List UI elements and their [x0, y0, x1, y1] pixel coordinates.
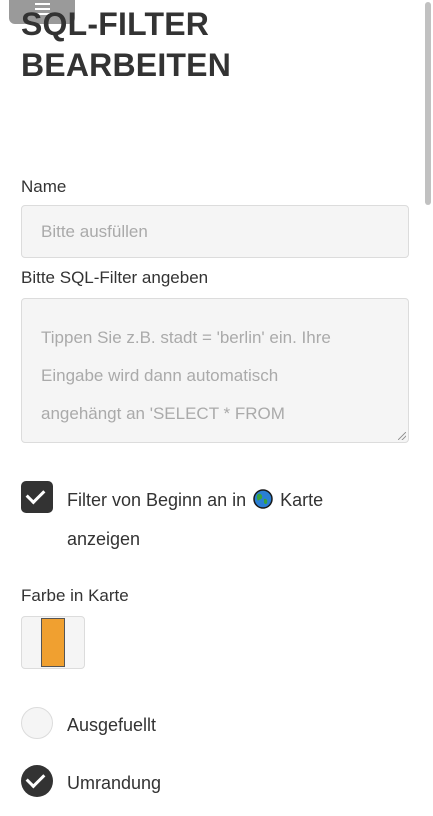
show-on-start-text-line-2: anzeigen [67, 529, 141, 549]
page-scrollbar[interactable] [423, 0, 433, 816]
sql-filter-edit-page: SQL-FILTER BEARBEITEN Name Bitte ausfüll… [0, 0, 433, 816]
style-option-filled-label[interactable]: Ausgefuellt [67, 706, 156, 745]
map-color-picker[interactable] [21, 616, 85, 669]
name-input[interactable]: Bitte ausfüllen [21, 205, 409, 258]
sql-placeholder-line: Eingabe wird dann automatisch [41, 366, 279, 385]
name-label: Name [21, 177, 67, 196]
textarea-resize-handle[interactable] [398, 432, 406, 440]
sql-filter-textarea[interactable]: Tippen Sie z.B. stadt = 'berlin' ein. Ih… [21, 298, 409, 443]
page-title-line-2: BEARBEITEN [21, 47, 232, 83]
checkmark-icon [25, 484, 46, 505]
show-on-start-text: Filter von Beginn an in [67, 490, 247, 510]
color-swatch [41, 618, 65, 667]
sql-filter-label: Bitte SQL-Filter angeben [21, 268, 209, 287]
scrollbar-thumb[interactable] [425, 2, 431, 205]
map-color-label: Farbe in Karte [21, 586, 129, 605]
show-on-start-label[interactable]: Filter von Beginn an in Karte anzeigen [67, 481, 407, 559]
style-option-filled-radio[interactable] [21, 707, 53, 739]
style-option-outline-radio[interactable] [21, 765, 53, 797]
show-on-start-text-after-icon: Karte [280, 490, 324, 510]
checkmark-icon [25, 768, 46, 789]
page-title-line-1: SQL-FILTER [21, 6, 210, 42]
style-option-outline-label[interactable]: Umrandung [67, 764, 161, 803]
sql-placeholder-line: Tippen Sie z.B. stadt = 'berlin' ein. Ih… [41, 328, 331, 347]
sql-placeholder-line: angehängt an 'SELECT * FROM [41, 404, 285, 423]
globe-icon [253, 489, 273, 509]
page-title: SQL-FILTER BEARBEITEN [21, 4, 231, 86]
name-input-placeholder: Bitte ausfüllen [41, 222, 148, 241]
show-on-start-checkbox[interactable] [21, 481, 53, 513]
